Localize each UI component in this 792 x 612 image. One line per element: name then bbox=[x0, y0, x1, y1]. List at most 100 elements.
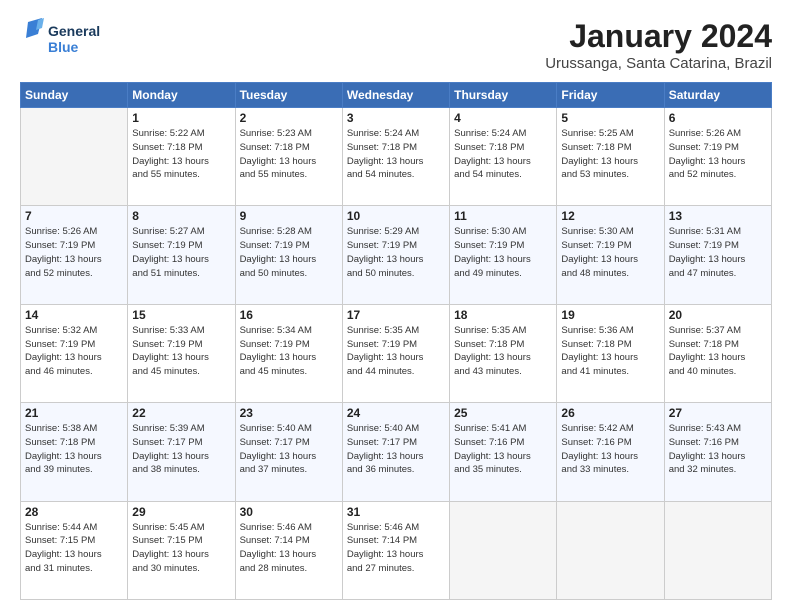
col-thursday: Thursday bbox=[450, 83, 557, 108]
day-info: Sunrise: 5:30 AM Sunset: 7:19 PM Dayligh… bbox=[561, 225, 659, 280]
day-info: Sunrise: 5:25 AM Sunset: 7:18 PM Dayligh… bbox=[561, 127, 659, 182]
table-row: 23 Sunrise: 5:40 AM Sunset: 7:17 PM Dayli… bbox=[235, 403, 342, 501]
table-row bbox=[450, 501, 557, 599]
day-info: Sunrise: 5:42 AM Sunset: 7:16 PM Dayligh… bbox=[561, 422, 659, 477]
table-row: 21 Sunrise: 5:38 AM Sunset: 7:18 PM Dayli… bbox=[21, 403, 128, 501]
day-info: Sunrise: 5:32 AM Sunset: 7:19 PM Dayligh… bbox=[25, 324, 123, 379]
table-row: 25 Sunrise: 5:41 AM Sunset: 7:16 PM Dayli… bbox=[450, 403, 557, 501]
table-row bbox=[557, 501, 664, 599]
week-row: 1 Sunrise: 5:22 AM Sunset: 7:18 PM Daylig… bbox=[21, 108, 772, 206]
table-row bbox=[21, 108, 128, 206]
header: General Blue January 2024 Urussanga, San… bbox=[20, 18, 772, 72]
day-info: Sunrise: 5:34 AM Sunset: 7:19 PM Dayligh… bbox=[240, 324, 338, 379]
logo: General Blue bbox=[20, 18, 110, 62]
day-info: Sunrise: 5:38 AM Sunset: 7:18 PM Dayligh… bbox=[25, 422, 123, 477]
day-number: 4 bbox=[454, 111, 552, 125]
logo-svg: General Blue bbox=[20, 18, 110, 62]
day-info: Sunrise: 5:40 AM Sunset: 7:17 PM Dayligh… bbox=[240, 422, 338, 477]
table-row: 14 Sunrise: 5:32 AM Sunset: 7:19 PM Dayli… bbox=[21, 304, 128, 402]
day-number: 28 bbox=[25, 505, 123, 519]
day-info: Sunrise: 5:26 AM Sunset: 7:19 PM Dayligh… bbox=[669, 127, 767, 182]
day-number: 5 bbox=[561, 111, 659, 125]
calendar: Sunday Monday Tuesday Wednesday Thursday… bbox=[20, 82, 772, 600]
day-number: 13 bbox=[669, 209, 767, 223]
day-number: 14 bbox=[25, 308, 123, 322]
table-row: 17 Sunrise: 5:35 AM Sunset: 7:19 PM Dayli… bbox=[342, 304, 449, 402]
day-info: Sunrise: 5:35 AM Sunset: 7:19 PM Dayligh… bbox=[347, 324, 445, 379]
table-row: 3Sunrise: 5:24 AM Sunset: 7:18 PM Daylig… bbox=[342, 108, 449, 206]
day-info: Sunrise: 5:22 AM Sunset: 7:18 PM Dayligh… bbox=[132, 127, 230, 182]
day-info: Sunrise: 5:29 AM Sunset: 7:19 PM Dayligh… bbox=[347, 225, 445, 280]
day-number: 6 bbox=[669, 111, 767, 125]
table-row: 9 Sunrise: 5:28 AM Sunset: 7:19 PM Daylig… bbox=[235, 206, 342, 304]
day-info: Sunrise: 5:39 AM Sunset: 7:17 PM Dayligh… bbox=[132, 422, 230, 477]
week-row: 14 Sunrise: 5:32 AM Sunset: 7:19 PM Dayli… bbox=[21, 304, 772, 402]
day-info: Sunrise: 5:46 AM Sunset: 7:14 PM Dayligh… bbox=[347, 521, 445, 576]
day-number: 15 bbox=[132, 308, 230, 322]
day-info: Sunrise: 5:23 AM Sunset: 7:18 PM Dayligh… bbox=[240, 127, 338, 182]
table-row: 19 Sunrise: 5:36 AM Sunset: 7:18 PM Dayli… bbox=[557, 304, 664, 402]
table-row: 13 Sunrise: 5:31 AM Sunset: 7:19 PM Dayli… bbox=[664, 206, 771, 304]
page: General Blue January 2024 Urussanga, San… bbox=[0, 0, 792, 612]
day-number: 19 bbox=[561, 308, 659, 322]
day-info: Sunrise: 5:40 AM Sunset: 7:17 PM Dayligh… bbox=[347, 422, 445, 477]
table-row: 15 Sunrise: 5:33 AM Sunset: 7:19 PM Dayli… bbox=[128, 304, 235, 402]
day-info: Sunrise: 5:24 AM Sunset: 7:18 PM Dayligh… bbox=[347, 127, 445, 182]
table-row: 30Sunrise: 5:46 AM Sunset: 7:14 PM Dayli… bbox=[235, 501, 342, 599]
day-number: 31 bbox=[347, 505, 445, 519]
day-number: 9 bbox=[240, 209, 338, 223]
day-info: Sunrise: 5:27 AM Sunset: 7:19 PM Dayligh… bbox=[132, 225, 230, 280]
day-info: Sunrise: 5:36 AM Sunset: 7:18 PM Dayligh… bbox=[561, 324, 659, 379]
col-wednesday: Wednesday bbox=[342, 83, 449, 108]
table-row: 11 Sunrise: 5:30 AM Sunset: 7:19 PM Dayli… bbox=[450, 206, 557, 304]
svg-text:General: General bbox=[48, 23, 100, 39]
col-tuesday: Tuesday bbox=[235, 83, 342, 108]
day-number: 16 bbox=[240, 308, 338, 322]
col-monday: Monday bbox=[128, 83, 235, 108]
day-number: 21 bbox=[25, 406, 123, 420]
day-info: Sunrise: 5:30 AM Sunset: 7:19 PM Dayligh… bbox=[454, 225, 552, 280]
table-row: 8Sunrise: 5:27 AM Sunset: 7:19 PM Daylig… bbox=[128, 206, 235, 304]
col-saturday: Saturday bbox=[664, 83, 771, 108]
table-row: 18 Sunrise: 5:35 AM Sunset: 7:18 PM Dayli… bbox=[450, 304, 557, 402]
day-number: 7 bbox=[25, 209, 123, 223]
table-row: 26Sunrise: 5:42 AM Sunset: 7:16 PM Dayli… bbox=[557, 403, 664, 501]
day-info: Sunrise: 5:31 AM Sunset: 7:19 PM Dayligh… bbox=[669, 225, 767, 280]
day-info: Sunrise: 5:33 AM Sunset: 7:19 PM Dayligh… bbox=[132, 324, 230, 379]
svg-text:Blue: Blue bbox=[48, 39, 79, 55]
day-number: 25 bbox=[454, 406, 552, 420]
week-row: 21 Sunrise: 5:38 AM Sunset: 7:18 PM Dayli… bbox=[21, 403, 772, 501]
table-row: 4 Sunrise: 5:24 AM Sunset: 7:18 PM Daylig… bbox=[450, 108, 557, 206]
day-number: 11 bbox=[454, 209, 552, 223]
day-info: Sunrise: 5:44 AM Sunset: 7:15 PM Dayligh… bbox=[25, 521, 123, 576]
day-number: 23 bbox=[240, 406, 338, 420]
table-row: 27 Sunrise: 5:43 AM Sunset: 7:16 PM Dayli… bbox=[664, 403, 771, 501]
day-info: Sunrise: 5:28 AM Sunset: 7:19 PM Dayligh… bbox=[240, 225, 338, 280]
day-number: 10 bbox=[347, 209, 445, 223]
day-number: 12 bbox=[561, 209, 659, 223]
table-row: 7Sunrise: 5:26 AM Sunset: 7:19 PM Daylig… bbox=[21, 206, 128, 304]
day-number: 17 bbox=[347, 308, 445, 322]
day-number: 30 bbox=[240, 505, 338, 519]
day-number: 29 bbox=[132, 505, 230, 519]
day-info: Sunrise: 5:43 AM Sunset: 7:16 PM Dayligh… bbox=[669, 422, 767, 477]
calendar-header-row: Sunday Monday Tuesday Wednesday Thursday… bbox=[21, 83, 772, 108]
title-block: January 2024 Urussanga, Santa Catarina, … bbox=[545, 18, 772, 72]
day-info: Sunrise: 5:24 AM Sunset: 7:18 PM Dayligh… bbox=[454, 127, 552, 182]
day-number: 1 bbox=[132, 111, 230, 125]
day-number: 20 bbox=[669, 308, 767, 322]
table-row: 12 Sunrise: 5:30 AM Sunset: 7:19 PM Dayli… bbox=[557, 206, 664, 304]
table-row: 10 Sunrise: 5:29 AM Sunset: 7:19 PM Dayli… bbox=[342, 206, 449, 304]
table-row: 22Sunrise: 5:39 AM Sunset: 7:17 PM Dayli… bbox=[128, 403, 235, 501]
table-row: 28 Sunrise: 5:44 AM Sunset: 7:15 PM Dayli… bbox=[21, 501, 128, 599]
table-row: 5 Sunrise: 5:25 AM Sunset: 7:18 PM Daylig… bbox=[557, 108, 664, 206]
table-row: 29Sunrise: 5:45 AM Sunset: 7:15 PM Dayli… bbox=[128, 501, 235, 599]
day-number: 18 bbox=[454, 308, 552, 322]
day-info: Sunrise: 5:35 AM Sunset: 7:18 PM Dayligh… bbox=[454, 324, 552, 379]
week-row: 7Sunrise: 5:26 AM Sunset: 7:19 PM Daylig… bbox=[21, 206, 772, 304]
table-row: 20Sunrise: 5:37 AM Sunset: 7:18 PM Dayli… bbox=[664, 304, 771, 402]
day-number: 27 bbox=[669, 406, 767, 420]
table-row: 6 Sunrise: 5:26 AM Sunset: 7:19 PM Daylig… bbox=[664, 108, 771, 206]
day-info: Sunrise: 5:41 AM Sunset: 7:16 PM Dayligh… bbox=[454, 422, 552, 477]
col-friday: Friday bbox=[557, 83, 664, 108]
